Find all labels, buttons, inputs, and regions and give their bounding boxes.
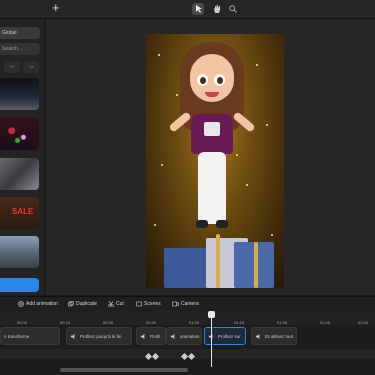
gift-ribbon	[254, 242, 258, 288]
avatar-eye	[214, 74, 225, 86]
plus-circle-icon	[18, 301, 24, 307]
camera-label: Camera	[181, 301, 199, 307]
ruler-tick: 00:45	[146, 320, 157, 325]
top-toolbar: +	[0, 0, 375, 19]
scenes-icon	[136, 301, 142, 307]
timeline-clip[interactable]: n transforme	[0, 327, 60, 345]
ruler-tick: 01:45	[320, 320, 331, 325]
apply-button[interactable]	[0, 278, 39, 292]
scissors-icon	[108, 301, 114, 307]
action-toolbar: Add animation Duplicate Cut Scenes Camer…	[0, 296, 375, 311]
clip-label: Profit	[150, 333, 161, 339]
asset-thumbnail[interactable]	[0, 78, 39, 110]
sale-sign-text: SALE	[12, 207, 34, 216]
add-icon[interactable]: +	[52, 1, 62, 15]
avatar-face	[190, 54, 234, 102]
avatar-shoe	[196, 220, 208, 228]
timeline[interactable]: 00:00 00:15 00:30 00:45 01:00 01:15 01:3…	[0, 311, 375, 375]
global-filter-button[interactable]: Global	[0, 27, 40, 39]
pointer-tool-icon[interactable]	[192, 3, 204, 15]
scrollbar-thumb[interactable]	[60, 368, 188, 372]
hand-tool-icon[interactable]	[211, 3, 223, 15]
timeline-clip[interactable]: Profitez jusqu'à le fin	[66, 327, 132, 345]
asset-thumbnail[interactable]	[0, 118, 39, 150]
search-input[interactable]: Search...	[0, 43, 40, 55]
avatar-shirt	[191, 114, 233, 154]
camera-button[interactable]: Camera	[172, 299, 199, 309]
timeline-clip[interactable]: animation	[166, 327, 202, 345]
clip-label: animation	[180, 333, 200, 339]
cut-label: Cut	[116, 301, 124, 307]
timeline-clip[interactable]: Et utilisez tout	[251, 327, 297, 345]
playhead-handle[interactable]	[208, 311, 215, 318]
timeline-clip[interactable]: Profit	[136, 327, 166, 345]
asset-thumbnail[interactable]: SALE	[0, 197, 39, 229]
time-ruler[interactable]: 00:00 00:15 00:30 00:45 01:00 01:15 01:3…	[0, 311, 375, 325]
ruler-tick: 00:15	[60, 320, 71, 325]
camera-icon	[172, 301, 179, 307]
playhead-line[interactable]	[211, 311, 212, 367]
scene-preview[interactable]	[146, 34, 284, 288]
category-chip[interactable]: Pd	[4, 61, 20, 73]
ruler-tick: 02:00	[358, 320, 369, 325]
asset-thumbnail[interactable]	[0, 236, 39, 268]
add-animation-button[interactable]: Add animation	[18, 299, 58, 309]
duplicate-icon	[68, 301, 74, 307]
shirt-logo	[204, 122, 220, 136]
zoom-tool-icon[interactable]	[227, 3, 239, 15]
ruler-tick: 01:00	[189, 320, 200, 325]
speaker-icon	[170, 333, 175, 339]
avatar-mouth	[205, 92, 219, 97]
asset-thumbnail[interactable]	[0, 158, 39, 190]
add-animation-label: Add animation	[26, 301, 58, 307]
speaker-icon	[255, 333, 260, 339]
duplicate-button[interactable]: Duplicate	[68, 299, 97, 309]
category-chip[interactable]: 3d	[23, 61, 39, 73]
clip-label: Profitez jusqu'à le fin	[80, 333, 122, 339]
clip-label: Et utilisez tout	[265, 333, 294, 339]
gift-ribbon	[216, 234, 220, 288]
avatar-eye	[197, 74, 208, 86]
scenes-label: Scenes	[144, 301, 161, 307]
speaker-icon	[140, 333, 145, 339]
asset-sidebar: Global Search... Pd 3d SALE	[0, 19, 44, 295]
scenes-button[interactable]: Scenes	[136, 299, 161, 309]
clip-label: Profitez sur	[218, 333, 241, 339]
ruler-tick: 01:30	[277, 320, 288, 325]
ruler-tick: 00:30	[103, 320, 114, 325]
duplicate-label: Duplicate	[76, 301, 97, 307]
animation-track[interactable]	[0, 349, 375, 359]
avatar-shoe	[216, 220, 228, 228]
speaker-icon	[70, 333, 75, 339]
ruler-tick: 00:00	[17, 320, 28, 325]
clip-label: n transforme	[4, 333, 30, 339]
ruler-tick: 01:15	[234, 320, 245, 325]
avatar-pants	[198, 152, 226, 224]
cut-button[interactable]: Cut	[108, 299, 124, 309]
